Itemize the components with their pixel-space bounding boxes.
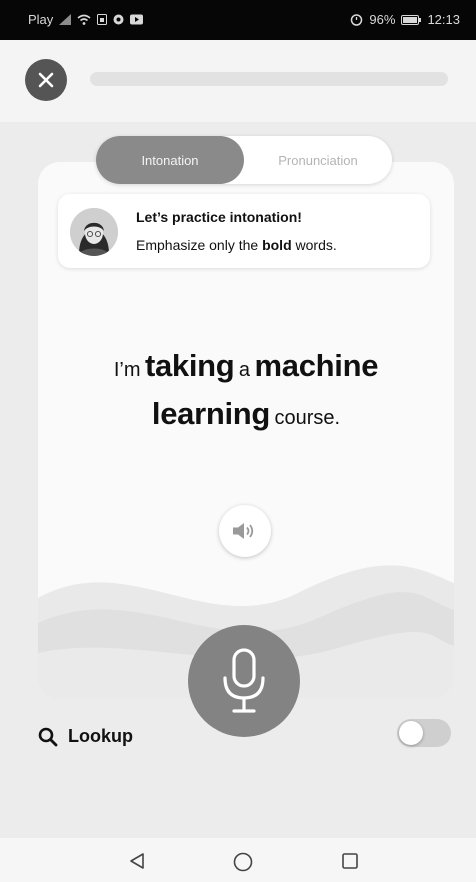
lookup-toggle[interactable] — [397, 719, 451, 747]
battery-icon — [401, 14, 422, 25]
carrier-label: Play — [28, 12, 54, 27]
mode-tabs: Intonation Pronunciation — [96, 136, 392, 184]
tab-intonation[interactable]: Intonation — [96, 136, 244, 184]
sentence-word: machine — [254, 348, 379, 383]
sentence-word: a — [238, 359, 251, 381]
media-icon — [130, 14, 144, 25]
search-icon — [38, 727, 58, 747]
battery-percent: 96% — [369, 12, 396, 27]
play-audio-button[interactable] — [219, 505, 271, 557]
tab-pronunciation[interactable]: Pronunciation — [244, 136, 392, 184]
back-triangle-icon[interactable] — [128, 852, 146, 875]
instruction-text-bold: bold — [262, 237, 292, 253]
wifi-icon — [77, 14, 91, 25]
alarm-icon — [350, 13, 363, 26]
status-bar: Play 96% 12:13 — [0, 0, 476, 40]
recents-square-icon[interactable] — [341, 852, 359, 875]
lookup-control[interactable]: Lookup — [38, 726, 133, 747]
lesson-progress-bar — [90, 72, 448, 86]
lookup-label: Lookup — [68, 726, 133, 746]
sentence-word: learning — [151, 396, 271, 431]
instruction-title: Let’s practice intonation! — [136, 209, 302, 225]
microphone-icon — [219, 648, 269, 714]
instruction-text-start: Emphasize only the — [136, 237, 263, 253]
close-button[interactable] — [25, 59, 67, 101]
speaker-icon — [232, 521, 258, 541]
sentence-word: course. — [274, 407, 341, 429]
close-icon — [37, 71, 55, 89]
instruction-text: Emphasize only the bold words. — [136, 237, 337, 253]
system-nav-bar — [0, 838, 476, 882]
sentence-word: taking — [144, 348, 235, 383]
app-icon — [113, 14, 124, 25]
toggle-knob — [399, 721, 423, 745]
tutor-avatar — [70, 208, 118, 256]
home-circle-icon[interactable] — [233, 852, 253, 877]
instruction-bubble: Let’s practice intonation! Emphasize onl… — [58, 194, 430, 268]
clock: 12:13 — [427, 12, 460, 27]
signal-icon — [59, 14, 72, 25]
practice-sentence: I’m taking a machine learning course. — [38, 345, 454, 441]
sentence-word: I’m — [113, 359, 141, 381]
sim-icon — [97, 14, 108, 25]
instruction-text-end: words. — [291, 237, 337, 253]
record-button[interactable] — [188, 625, 300, 737]
